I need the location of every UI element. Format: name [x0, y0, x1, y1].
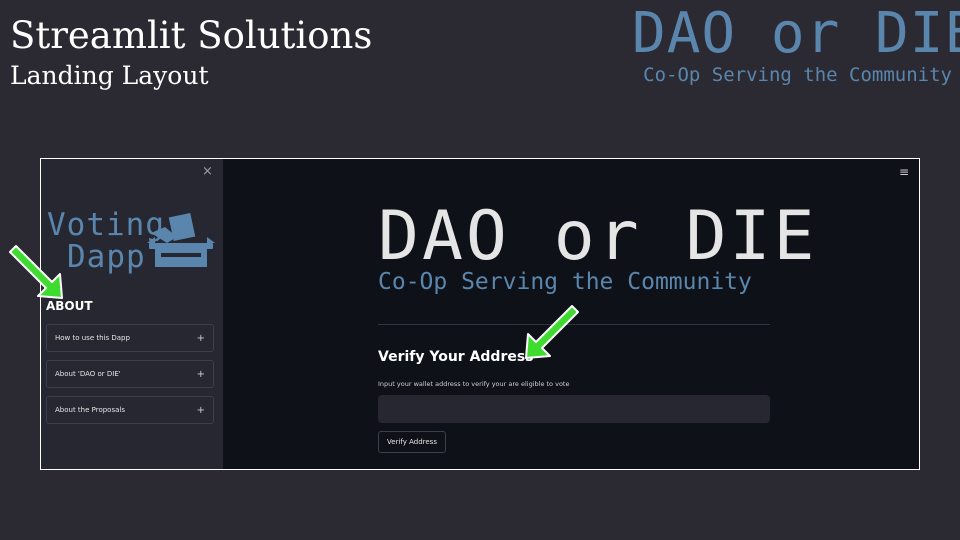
sidebar: × Voting Dapp ABOUT How to use this Dapp… [41, 159, 223, 469]
slide-title: Streamlit Solutions [10, 14, 373, 57]
expander-label: About the Proposals [55, 406, 125, 414]
brand-tagline: Co-Op Serving the Community [643, 64, 952, 86]
ballot-box-icon [147, 213, 215, 267]
green-arrow-icon [525, 305, 579, 359]
verify-address-button[interactable]: Verify Address [378, 431, 446, 453]
expander-about-dao[interactable]: About 'DAO or DIE' + [46, 360, 214, 388]
menu-icon[interactable]: ≡ [899, 165, 909, 179]
verify-heading: Verify Your Address [378, 349, 534, 365]
wallet-address-input[interactable] [378, 395, 770, 423]
logo-text-line2: Dapp [67, 239, 146, 275]
wallet-input-label: Input your wallet address to verify your… [378, 380, 570, 388]
close-icon[interactable]: × [202, 164, 213, 179]
plus-icon: + [196, 332, 205, 344]
green-arrow-icon [9, 245, 63, 299]
main-title: DAO or DIE [378, 197, 818, 276]
slide-subtitle: Landing Layout [10, 61, 209, 90]
brand-title: DAO or DIE [632, 1, 960, 66]
main-tagline: Co-Op Serving the Community [378, 269, 752, 295]
expander-about-proposals[interactable]: About the Proposals + [46, 396, 214, 424]
plus-icon: + [196, 368, 205, 380]
plus-icon: + [196, 404, 205, 416]
app-screenshot: × Voting Dapp ABOUT How to use this Dapp… [40, 158, 920, 470]
expander-label: About 'DAO or DIE' [55, 370, 121, 378]
expander-how-to-use[interactable]: How to use this Dapp + [46, 324, 214, 352]
expander-label: How to use this Dapp [55, 334, 130, 342]
